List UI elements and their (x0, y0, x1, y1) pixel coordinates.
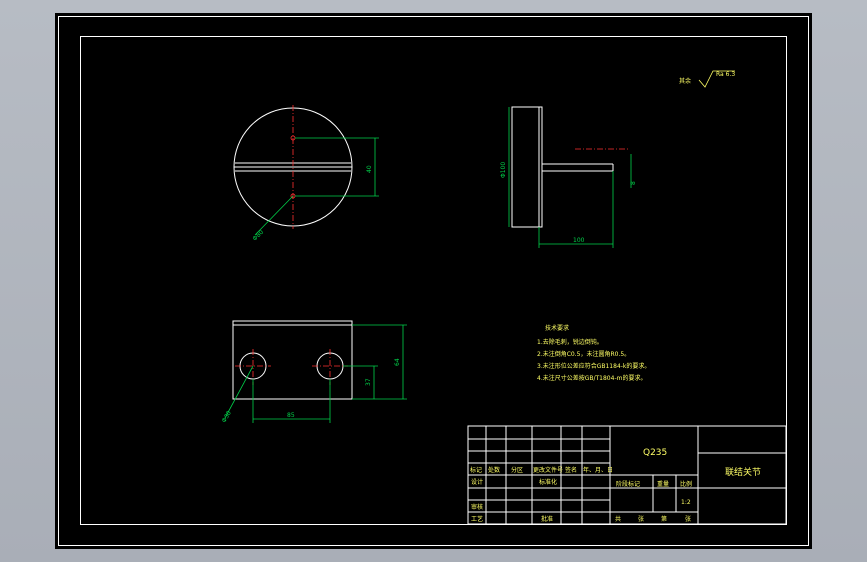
cad-drawing: 其余 Ra 6.3 40 Φ80 Φ100 100 8 64 37 85 Φ30… (58, 16, 809, 546)
side-view: Φ100 100 8 (500, 106, 637, 248)
roughness-note: 其余 Ra 6.3 (679, 70, 735, 88)
dim-text-64: 64 (394, 358, 401, 366)
top-view: 40 Φ80 (233, 105, 379, 243)
tech-item-1: 1.去除毛刺，锐边倒钝。 (537, 338, 603, 346)
tb-header-date: 年、月、日 (583, 466, 613, 474)
tech-requirements: 技术要求 1.去除毛刺，锐边倒钝。 2.未注倒角C0.5，未注圆角R0.5。 3… (537, 324, 650, 382)
dim-text-hole-dia: Φ30 (221, 410, 233, 424)
tech-item-2: 2.未注倒角C0.5，未注圆角R0.5。 (537, 350, 630, 358)
tb-material: Q235 (643, 448, 667, 458)
plate-outline (511, 106, 543, 228)
tb-sheet-total: 共 (615, 515, 621, 523)
tech-title: 技术要求 (545, 324, 569, 332)
tb-header-zone: 分区 (511, 466, 523, 474)
tb-label-approve: 批准 (541, 515, 553, 523)
tech-item-4: 4.未注尺寸公差按GB/T1804-m的要求。 (537, 374, 646, 382)
leader-diameter (254, 195, 294, 236)
tb-label-review: 审核 (471, 503, 483, 511)
tb-header-change-doc: 更改文件号 (533, 466, 563, 474)
tb-label-standard: 标准化 (539, 478, 557, 486)
tb-scale-header: 比例 (680, 480, 692, 488)
tb-scale-value: 1:2 (681, 499, 691, 506)
tb-label-design: 设计 (471, 478, 483, 486)
dim-text-8: 8 (630, 181, 637, 185)
dim-text-40: 40 (366, 165, 373, 173)
dim-text-37: 37 (365, 378, 372, 386)
tb-sheet-unit1: 张 (638, 515, 644, 523)
leader-hole (224, 365, 254, 419)
tb-sheet-index: 第 (661, 515, 667, 523)
tech-item-3: 3.未注形位公差应符合GB1184-k的要求。 (537, 362, 650, 370)
dim-text-100: 100 (573, 237, 585, 244)
tb-label-process: 工艺 (471, 515, 483, 523)
title-block: 标记 处数 分区 更改文件号 签名 年、月、日 设计 标准化 审核 工艺 批准 … (467, 425, 787, 525)
tb-part-name: 联结关节 (725, 466, 761, 478)
outer-frame (58, 16, 809, 546)
tb-stage-header: 阶段标记 (616, 480, 640, 488)
tb-sheet-unit2: 张 (685, 515, 691, 523)
drawing-sheet: 其余 Ra 6.3 40 Φ80 Φ100 100 8 64 37 85 Φ30… (55, 13, 812, 549)
front-view: 64 37 85 Φ30 (221, 320, 407, 424)
dim-text-85: 85 (287, 412, 295, 419)
dim-text-side-dia: Φ100 (500, 162, 507, 178)
tb-header-count: 处数 (488, 466, 500, 474)
tb-weight-header: 重量 (657, 480, 669, 488)
roughness-value: Ra 6.3 (716, 71, 735, 78)
inner-frame (80, 36, 787, 525)
tb-header-mark: 标记 (470, 466, 482, 474)
roughness-label: 其余 (679, 77, 691, 85)
dim-text-top-diameter: Φ80 (251, 229, 265, 243)
block-outline (232, 320, 353, 400)
tb-header-signature: 签名 (565, 466, 577, 474)
